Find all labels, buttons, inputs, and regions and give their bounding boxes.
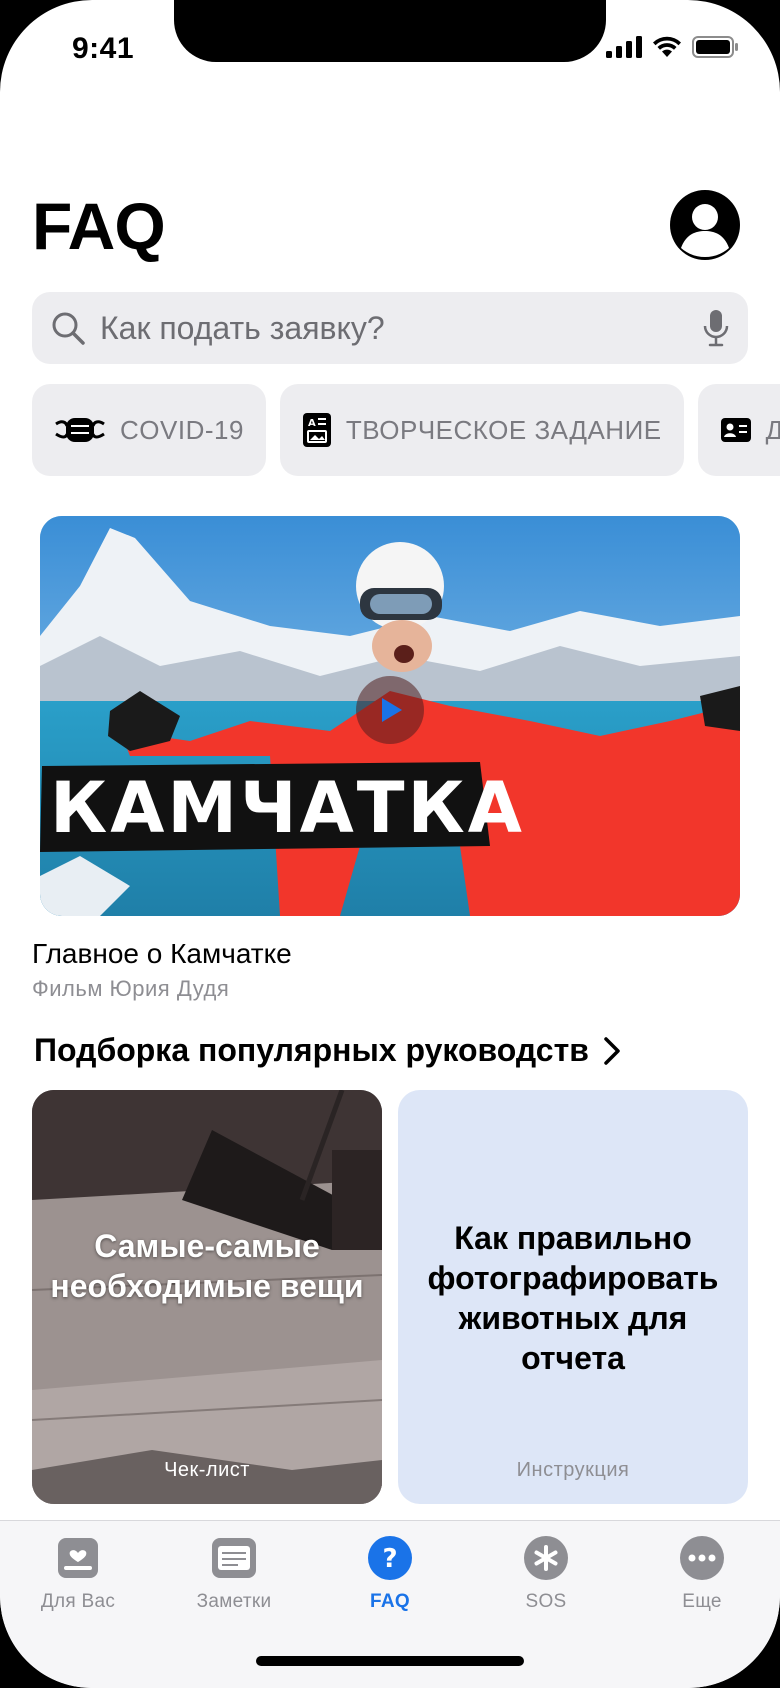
- phone-screen: 9:41 FAQ Как подать заявку? COVID-19 A Т…: [0, 0, 780, 1688]
- for-you-icon: [58, 1538, 98, 1578]
- page-title: FAQ: [32, 189, 166, 263]
- category-chips: COVID-19 A ТВОРЧЕСКОЕ ЗАДАНИЕ ДО: [32, 384, 780, 476]
- guide-card-instruction[interactable]: Как правильно фотографировать животных д…: [398, 1090, 748, 1504]
- tab-sos[interactable]: SOS: [468, 1535, 624, 1613]
- chip-label: ТВОРЧЕСКОЕ ЗАДАНИЕ: [345, 414, 662, 445]
- video-title[interactable]: Главное о Камчатке: [32, 938, 292, 970]
- tab-faq[interactable]: ? FAQ: [312, 1535, 468, 1613]
- svg-text:?: ?: [382, 1544, 397, 1574]
- mask-icon: [55, 418, 105, 442]
- chip-label: COVID-19: [120, 414, 244, 445]
- notes-icon: [212, 1538, 256, 1578]
- battery-icon: [692, 36, 738, 58]
- status-time: 9:41: [72, 32, 135, 65]
- creative-task-icon: A: [302, 413, 331, 447]
- chevron-right-icon: [604, 1036, 620, 1065]
- profile-avatar-button[interactable]: [670, 190, 740, 260]
- card-title: Самые-самые необходимые вещи: [50, 1228, 364, 1304]
- search-icon: [52, 312, 85, 345]
- tab-notes[interactable]: Заметки: [156, 1535, 312, 1613]
- wifi-icon: [653, 36, 681, 57]
- status-icons: [606, 36, 738, 58]
- card-tag: Чек-лист: [164, 1459, 250, 1481]
- microphone-icon[interactable]: [702, 308, 730, 348]
- tab-for-you[interactable]: Для Вас: [0, 1535, 156, 1613]
- id-card-icon: [720, 418, 751, 442]
- section-title: Подборка популярных руководств: [34, 1032, 589, 1068]
- more-icon: [680, 1536, 724, 1580]
- tab-label: SOS: [525, 1591, 567, 1612]
- search-input[interactable]: Как подать заявку?: [32, 292, 748, 364]
- video-subtitle: Фильм Юрия Дудя: [32, 976, 230, 1001]
- faq-icon: ?: [368, 1536, 412, 1580]
- play-button[interactable]: [356, 676, 424, 744]
- tab-label: FAQ: [370, 1591, 410, 1612]
- play-icon: [382, 698, 402, 722]
- svg-text:A: A: [308, 418, 316, 429]
- chip-covid[interactable]: COVID-19: [32, 384, 266, 476]
- chip-documents[interactable]: ДО: [697, 384, 780, 476]
- tab-label: Еще: [682, 1591, 722, 1612]
- section-header-guides[interactable]: Подборка популярных руководств: [34, 1032, 621, 1069]
- tab-label: Заметки: [196, 1591, 272, 1612]
- card-tag: Инструкция: [516, 1459, 630, 1481]
- tab-label: Для Вас: [40, 1591, 116, 1612]
- card-title: Как правильно фотографировать животных д…: [427, 1220, 719, 1376]
- sos-icon: [524, 1536, 568, 1580]
- home-indicator: [256, 1656, 524, 1666]
- signal-icon: [606, 36, 642, 58]
- notch: [174, 0, 606, 62]
- chip-creative-task[interactable]: A ТВОРЧЕСКОЕ ЗАДАНИЕ: [279, 384, 684, 476]
- search-placeholder: Как подать заявку?: [100, 309, 385, 346]
- guide-card-checklist[interactable]: Самые-самые необходимые вещи Чек-лист: [32, 1090, 382, 1504]
- tab-more[interactable]: Еще: [624, 1535, 780, 1613]
- video-overlay-text: КАМЧАТКА: [50, 767, 525, 849]
- user-icon: [681, 204, 729, 257]
- chip-label: ДО: [765, 414, 780, 445]
- video-card[interactable]: КАМЧАТКА: [40, 516, 740, 916]
